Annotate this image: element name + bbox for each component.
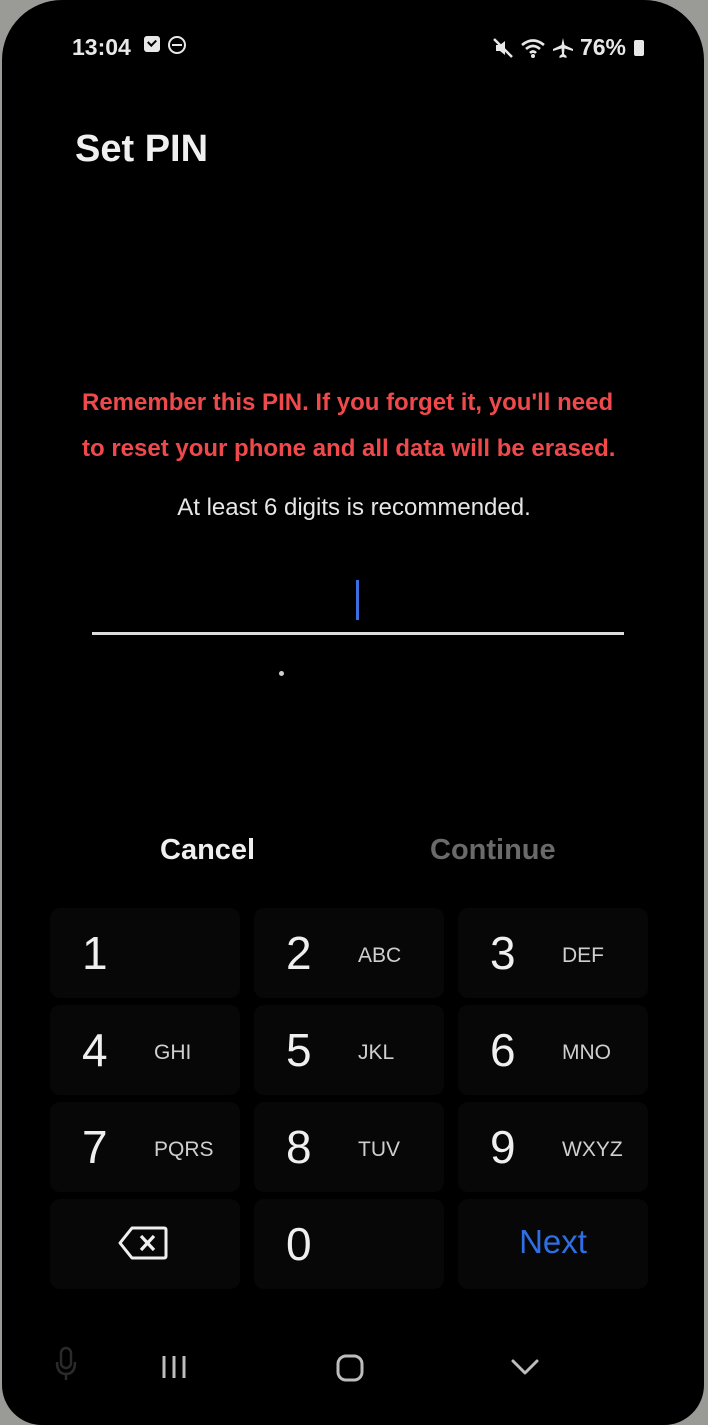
key-letters: GHI — [154, 1041, 192, 1064]
recent-apps-icon[interactable] — [160, 1354, 188, 1380]
pin-warning-text: Remember this PIN. If you forget it, you… — [82, 389, 616, 462]
backspace-key[interactable] — [50, 1199, 240, 1289]
key-letters: JKL — [358, 1041, 395, 1064]
battery-percent: 76% — [579, 34, 626, 60]
status-time: 13:04 — [72, 34, 131, 60]
key-letters: ABC — [358, 944, 402, 967]
next-key[interactable]: Next — [458, 1199, 648, 1289]
home-icon[interactable] — [336, 1354, 364, 1382]
key-letters: WXYZ — [562, 1138, 623, 1161]
airplane-icon — [552, 37, 573, 58]
key-2[interactable]: 2 ABC — [254, 908, 444, 998]
pin-input[interactable] — [92, 560, 624, 635]
key-digit: 6 — [490, 1024, 516, 1076]
status-indicators: 76% — [492, 34, 644, 61]
key-8[interactable]: 8 TUV — [254, 1102, 444, 1192]
key-7[interactable]: 7 PQRS — [50, 1102, 240, 1192]
pin-dot-indicator — [279, 671, 284, 676]
circle-notification-icon — [168, 36, 186, 54]
continue-button[interactable]: Continue — [430, 834, 556, 867]
key-6[interactable]: 6 MNO — [458, 1005, 648, 1095]
key-3[interactable]: 3 DEF — [458, 908, 648, 998]
key-0[interactable]: 0 — [254, 1199, 444, 1289]
key-digit: 1 — [82, 927, 108, 979]
page-title: Set PIN — [75, 128, 209, 170]
battery-icon — [634, 39, 644, 56]
text-caret — [356, 580, 359, 620]
key-digit: 7 — [82, 1121, 108, 1173]
key-1[interactable]: 1 — [50, 908, 240, 998]
key-9[interactable]: 9 WXYZ — [458, 1102, 648, 1192]
key-digit: 4 — [82, 1024, 108, 1076]
key-digit: 3 — [490, 927, 516, 979]
notification-icons — [144, 36, 186, 54]
key-4[interactable]: 4 GHI — [50, 1005, 240, 1095]
status-bar: 13:04 76% — [2, 30, 704, 64]
phone-screen: 13:04 76% Set PIN Remember this PIN. If — [2, 0, 704, 1425]
key-digit: 5 — [286, 1024, 312, 1076]
key-letters: MNO — [562, 1041, 611, 1064]
key-letters: PQRS — [154, 1138, 214, 1161]
key-digit: 0 — [286, 1218, 312, 1270]
key-5[interactable]: 5 JKL — [254, 1005, 444, 1095]
backspace-icon — [118, 1226, 168, 1260]
pin-hint-text: At least 6 digits is recommended. — [177, 494, 531, 521]
wifi-icon — [521, 38, 545, 58]
checkbox-notification-icon — [144, 36, 160, 52]
key-digit: 9 — [490, 1121, 516, 1173]
navigation-bar — [2, 1340, 704, 1400]
next-label: Next — [519, 1223, 587, 1260]
key-digit: 2 — [286, 927, 312, 979]
numeric-keypad: 1 2 ABC 3 DEF 4 GHI 5 JKL 6 MNO 7 PQRS 8 — [50, 908, 660, 1298]
hide-keyboard-icon[interactable] — [510, 1356, 540, 1378]
mute-icon — [493, 37, 513, 58]
microphone-icon[interactable] — [54, 1346, 78, 1382]
key-letters: TUV — [358, 1138, 400, 1161]
key-digit: 8 — [286, 1121, 312, 1173]
cancel-button[interactable]: Cancel — [160, 834, 255, 867]
key-letters: DEF — [562, 944, 604, 967]
